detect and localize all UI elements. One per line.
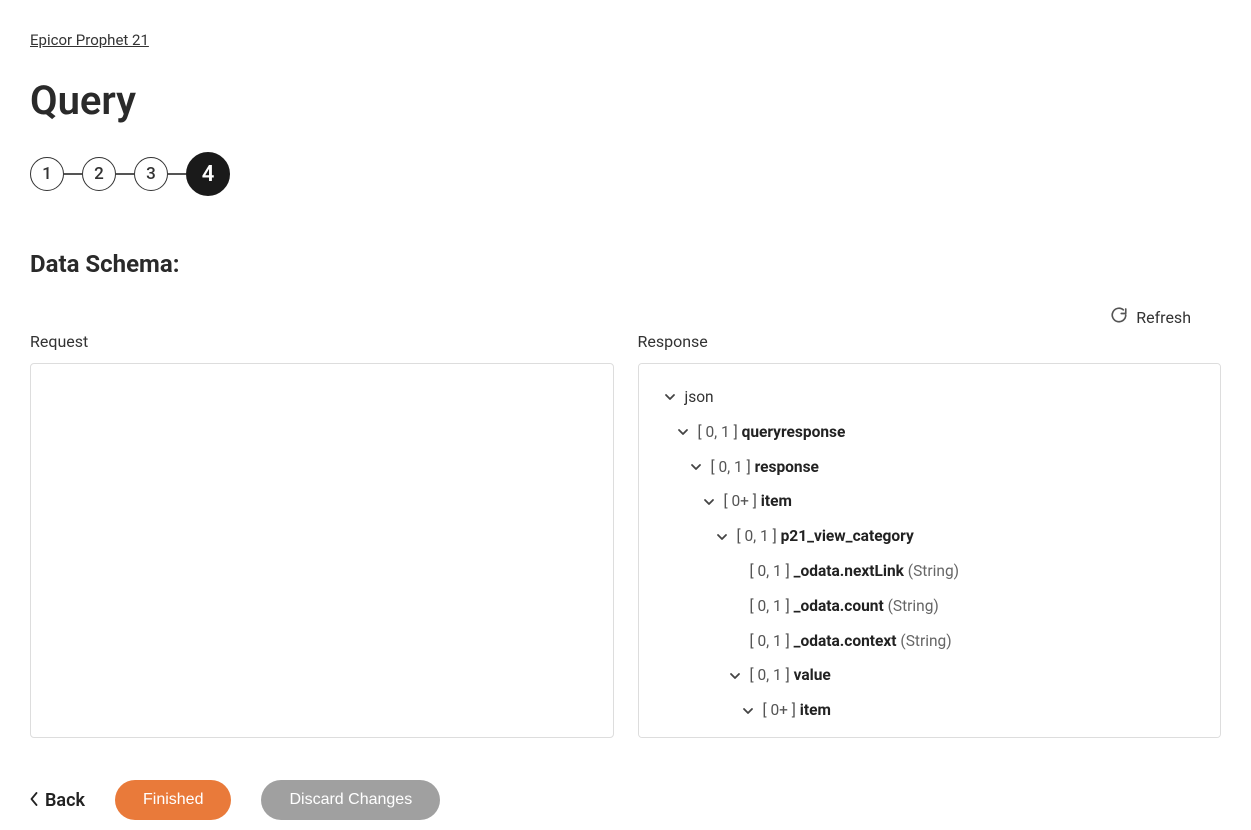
tree-node-label: [ 0, 1 ] _odata.count (String) (750, 594, 939, 619)
tree-node: [ 0, 1 ] category_uid (Integer) (649, 728, 1211, 738)
chevron-down-icon[interactable] (715, 531, 729, 543)
refresh-label: Refresh (1136, 308, 1191, 327)
tree-node-label: [ 0, 1 ] response (711, 455, 819, 480)
step-2[interactable]: 2 (82, 157, 116, 191)
request-label: Request (30, 332, 614, 351)
refresh-icon (1110, 306, 1128, 328)
back-button[interactable]: Back (30, 790, 85, 811)
refresh-button[interactable]: Refresh (1110, 306, 1221, 328)
section-title: Data Schema: (30, 250, 1221, 278)
tree-node-label: [ 0, 1 ] queryresponse (698, 420, 846, 445)
tree-node-label: [ 0+ ] item (724, 489, 792, 514)
chevron-down-icon[interactable] (676, 426, 690, 438)
tree-node-label: json (685, 385, 714, 410)
step-connector (64, 173, 82, 175)
step-3[interactable]: 3 (134, 157, 168, 191)
chevron-down-icon[interactable] (741, 705, 755, 717)
response-label: Response (638, 332, 1222, 351)
chevron-down-icon[interactable] (728, 670, 742, 682)
page-title: Query (30, 77, 1221, 124)
tree-node: json (649, 380, 1211, 415)
chevron-down-icon[interactable] (689, 461, 703, 473)
finished-button[interactable]: Finished (115, 780, 231, 820)
tree-node-label: [ 0+ ] item (763, 698, 831, 723)
request-panel (30, 363, 614, 738)
tree-node: [ 0+ ] item (649, 693, 1211, 728)
step-connector (168, 173, 186, 175)
tree-node: [ 0, 1 ] response (649, 450, 1211, 485)
tree-node-label: [ 0, 1 ] _odata.context (String) (750, 629, 952, 654)
tree-node: [ 0, 1 ] value (649, 658, 1211, 693)
tree-node: [ 0, 1 ] _odata.context (String) (649, 624, 1211, 659)
tree-node: [ 0, 1 ] _odata.count (String) (649, 589, 1211, 624)
breadcrumb-link[interactable]: Epicor Prophet 21 (30, 31, 149, 49)
chevron-down-icon[interactable] (663, 391, 677, 403)
tree-node-label: [ 0, 1 ] category_uid (Integer) (776, 733, 972, 738)
step-connector (116, 173, 134, 175)
tree-node-label: [ 0, 1 ] p21_view_category (737, 524, 914, 549)
tree-node-label: [ 0, 1 ] value (750, 663, 831, 688)
tree-node: [ 0, 1 ] p21_view_category (649, 519, 1211, 554)
tree-node: [ 0+ ] item (649, 484, 1211, 519)
discard-changes-button[interactable]: Discard Changes (261, 780, 440, 820)
step-4[interactable]: 4 (186, 152, 230, 196)
tree-node-label: [ 0, 1 ] _odata.nextLink (String) (750, 559, 960, 584)
chevron-left-icon (30, 790, 39, 811)
stepper: 1234 (30, 152, 1221, 196)
response-panel: json [ 0, 1 ] queryresponse [ 0, 1 ] respo… (638, 363, 1222, 738)
tree-node: [ 0, 1 ] queryresponse (649, 415, 1211, 450)
step-1[interactable]: 1 (30, 157, 64, 191)
back-label: Back (45, 790, 85, 811)
chevron-down-icon[interactable] (702, 496, 716, 508)
tree-node: [ 0, 1 ] _odata.nextLink (String) (649, 554, 1211, 589)
